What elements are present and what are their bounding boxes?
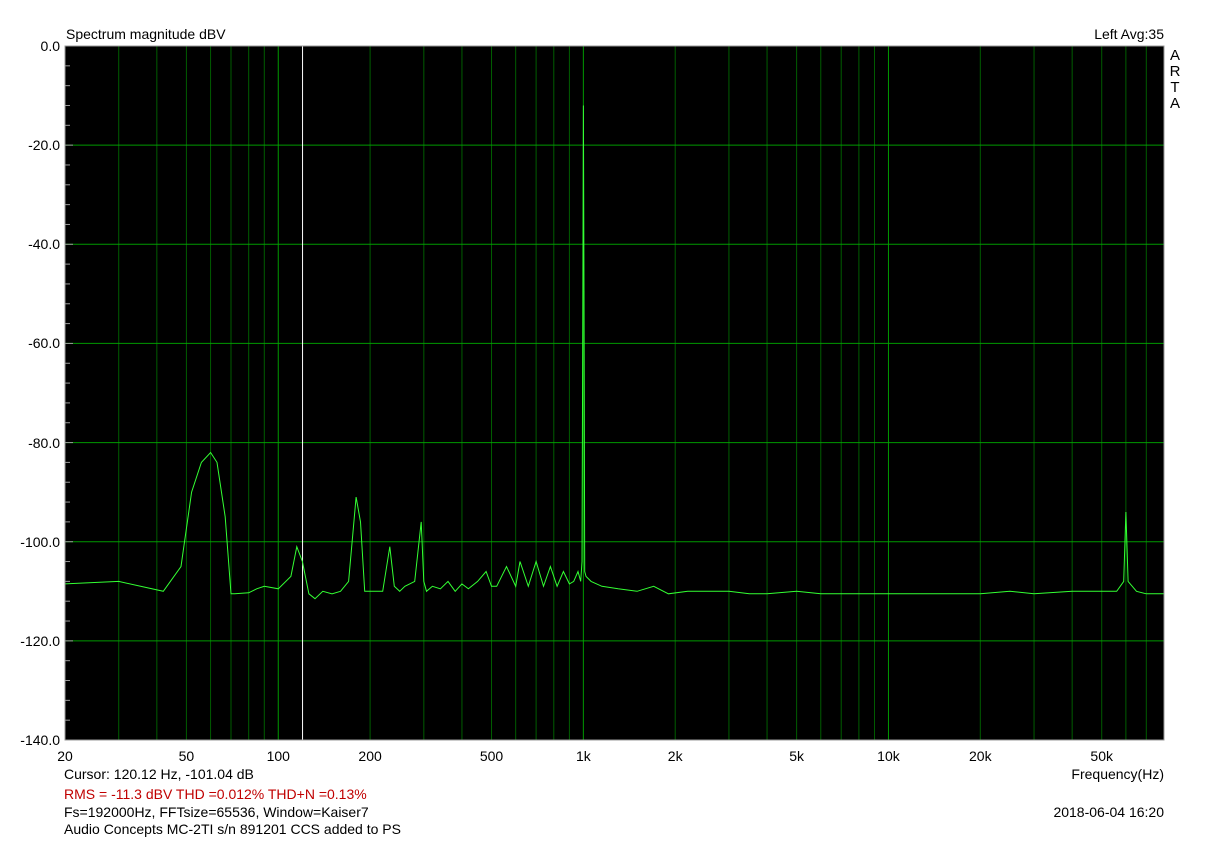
x-tick-label: 1k xyxy=(575,748,591,764)
arta-spectrum-window: Spectrum magnitude dBV Left Avg:35 A R T… xyxy=(0,0,1228,841)
y-tick-label: -120.0 xyxy=(20,632,60,649)
x-tick-label: 100 xyxy=(266,748,290,764)
measurement-readout: RMS = -11.3 dBV THD =0.012% THD+N =0.13% xyxy=(64,786,367,802)
x-tick-label: 50 xyxy=(178,748,195,764)
x-tick-label: 5k xyxy=(789,748,804,764)
x-tick-label: 10k xyxy=(877,748,900,764)
x-tick-label: 500 xyxy=(479,748,504,764)
measurement-date: 2018-06-04 16:20 xyxy=(1053,804,1164,820)
cursor-readout: Cursor: 120.12 Hz, -101.04 dB xyxy=(64,766,254,782)
y-tick-label: -80.0 xyxy=(28,434,60,451)
x-tick-label: 200 xyxy=(358,748,382,764)
x-axis-label: Frequency(Hz) xyxy=(1071,766,1164,782)
fft-settings: Fs=192000Hz, FFTsize=65536, Window=Kaise… xyxy=(64,804,369,820)
y-tick-label: -140.0 xyxy=(20,732,60,748)
spectrum-plot[interactable] xyxy=(0,0,1228,841)
y-tick-label: -60.0 xyxy=(28,335,60,352)
x-tick-label: 2k xyxy=(667,748,683,764)
x-tick-label: 20 xyxy=(57,748,73,764)
plot-area[interactable] xyxy=(65,46,1164,740)
y-tick-label: 0.0 xyxy=(40,38,60,54)
y-tick-label: -40.0 xyxy=(28,236,60,253)
y-tick-label: -20.0 xyxy=(28,137,60,154)
device-description: Audio Concepts MC-2TI s/n 891201 CCS add… xyxy=(64,821,401,837)
y-tick-label: -100.0 xyxy=(20,533,60,550)
x-tick-label: 50k xyxy=(1090,748,1113,764)
x-tick-label: 20k xyxy=(969,748,992,764)
